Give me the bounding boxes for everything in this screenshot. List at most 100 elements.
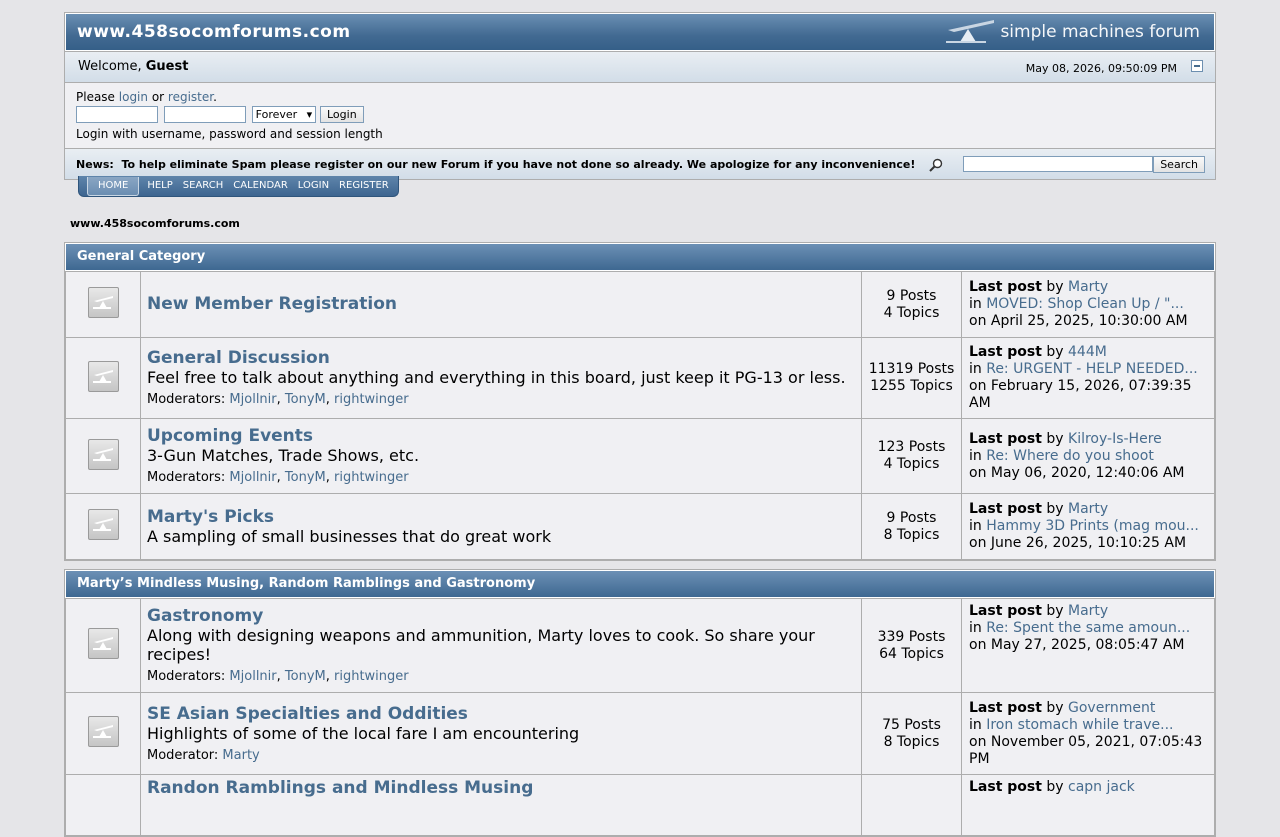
search-button[interactable]: Search bbox=[1153, 156, 1205, 173]
moderator-link[interactable]: rightwinger bbox=[334, 392, 409, 407]
last-post-topic[interactable]: Re: URGENT - HELP NEEDED... bbox=[986, 361, 1198, 377]
board-row: Gastronomy Along with designing weapons … bbox=[66, 599, 1214, 692]
moderators-label: Moderators: bbox=[147, 470, 230, 485]
topic-count: 4 Topics bbox=[883, 304, 940, 321]
last-post-topic[interactable]: Re: Where do you shoot bbox=[986, 448, 1154, 464]
main-menu: HOME HELP SEARCH CALENDAR LOGIN REGISTER bbox=[78, 176, 399, 197]
menu-calendar[interactable]: CALENDAR bbox=[228, 177, 293, 195]
board-status-cell bbox=[66, 599, 140, 692]
last-post-user[interactable]: capn jack bbox=[1068, 779, 1135, 795]
board-status-icon[interactable] bbox=[87, 287, 119, 318]
menu-help[interactable]: HELP bbox=[142, 177, 177, 195]
forum-name[interactable]: www.458socomforums.com bbox=[77, 22, 351, 42]
last-post-topic-line: in Re: Where do you shoot bbox=[969, 448, 1207, 465]
board-status-icon[interactable] bbox=[87, 716, 119, 747]
board-info: Gastronomy Along with designing weapons … bbox=[141, 599, 861, 692]
board-name[interactable]: Gastronomy bbox=[147, 607, 855, 626]
last-post-user[interactable]: Government bbox=[1068, 700, 1155, 716]
last-post-topic-line: in Re: URGENT - HELP NEEDED... bbox=[969, 361, 1207, 378]
moderator-link[interactable]: Marty bbox=[222, 748, 259, 763]
smf-logo-text: simple machines forum bbox=[1000, 22, 1200, 42]
menu-search[interactable]: SEARCH bbox=[178, 177, 228, 195]
menu-login[interactable]: LOGIN bbox=[293, 177, 334, 195]
username-input[interactable] bbox=[76, 106, 158, 123]
last-post-label: Last post bbox=[969, 603, 1042, 619]
board-name[interactable]: Upcoming Events bbox=[147, 427, 855, 446]
title-bar: www.458socomforums.com simple machines f… bbox=[65, 13, 1215, 51]
last-post-by: by bbox=[1041, 430, 1069, 447]
search-input[interactable] bbox=[963, 156, 1153, 172]
last-post-by: by bbox=[1041, 501, 1069, 517]
last-post: Last post by Marty in MOVED: Shop Clean … bbox=[962, 272, 1214, 337]
board-name[interactable]: Randon Ramblings and Mindless Musing bbox=[147, 779, 855, 798]
last-post-date: on May 06, 2020, 12:40:06 AM bbox=[969, 464, 1185, 481]
last-post-topic[interactable]: Iron stomach while trave... bbox=[986, 717, 1173, 733]
last-post-user[interactable]: Marty bbox=[1068, 603, 1108, 619]
board-description: Along with designing weapons and ammunit… bbox=[147, 626, 815, 664]
last-post-user[interactable]: Marty bbox=[1068, 279, 1108, 295]
category-title[interactable]: General Category bbox=[66, 244, 1214, 270]
board-stats: 123 Posts 4 Topics bbox=[862, 419, 961, 493]
login-help-text: Login with username, password and sessio… bbox=[76, 127, 383, 141]
last-post-in: in bbox=[969, 620, 987, 636]
board-status-icon[interactable] bbox=[87, 509, 119, 540]
last-post-topic[interactable]: Re: Spent the same amoun... bbox=[986, 620, 1190, 636]
register-link[interactable]: register bbox=[168, 90, 213, 104]
news-text: To help eliminate Spam please register o… bbox=[121, 158, 916, 171]
moderator-link[interactable]: TonyM bbox=[285, 392, 326, 407]
moderator-link[interactable]: Mjollnir bbox=[229, 392, 276, 407]
board-info: Upcoming Events 3-Gun Matches, Trade Sho… bbox=[141, 419, 861, 493]
post-count: 9 Posts bbox=[886, 509, 937, 526]
menu-home[interactable]: HOME bbox=[87, 176, 140, 196]
board-row: New Member Registration 9 Posts 4 Topics … bbox=[66, 272, 1214, 337]
post-count: 11319 Posts bbox=[868, 361, 955, 377]
last-post-user[interactable]: 444M bbox=[1068, 344, 1107, 360]
password-input[interactable] bbox=[163, 106, 246, 123]
forum-header: www.458socomforums.com simple machines f… bbox=[64, 12, 1216, 180]
board-status-icon[interactable] bbox=[87, 628, 119, 659]
collapse-header-icon[interactable] bbox=[1191, 60, 1203, 72]
moderator-link[interactable]: rightwinger bbox=[334, 470, 409, 485]
breadcrumb[interactable]: www.458socomforums.com bbox=[70, 217, 240, 230]
board-name[interactable]: Marty's Picks bbox=[147, 507, 855, 527]
board-name[interactable]: General Discussion bbox=[147, 349, 855, 368]
board-status-cell bbox=[66, 272, 140, 337]
last-post-label: Last post bbox=[969, 344, 1042, 360]
menu-register[interactable]: REGISTER bbox=[334, 177, 394, 195]
board-row: Upcoming Events 3-Gun Matches, Trade Sho… bbox=[66, 419, 1214, 493]
login-button[interactable]: Login bbox=[320, 106, 364, 123]
board-status-icon[interactable] bbox=[87, 438, 119, 470]
last-post-by: by bbox=[1041, 279, 1069, 295]
last-post-date: on May 27, 2025, 08:05:47 AM bbox=[969, 637, 1185, 653]
last-post-user[interactable]: Marty bbox=[1068, 501, 1108, 517]
board-description: 3-Gun Matches, Trade Shows, etc. bbox=[147, 446, 420, 465]
last-post-topic[interactable]: Hammy 3D Prints (mag mou... bbox=[986, 518, 1199, 534]
board-status-icon[interactable] bbox=[87, 360, 119, 392]
board-row: SE Asian Specialties and Oddities Highli… bbox=[66, 693, 1214, 774]
board-moderators: Moderators: Mjollnir, TonyM, rightwinger bbox=[147, 669, 409, 684]
last-post-topic[interactable]: MOVED: Shop Clean Up / "... bbox=[986, 296, 1184, 312]
last-post-user[interactable]: Kilroy-Is-Here bbox=[1068, 431, 1162, 447]
board-row: Randon Ramblings and Mindless Musing Las… bbox=[66, 775, 1214, 835]
last-post-topic-line: in MOVED: Shop Clean Up / "... bbox=[969, 296, 1207, 313]
session-length-select[interactable]: Forever bbox=[251, 106, 317, 123]
board-stats: 11319 Posts 1255 Topics bbox=[862, 338, 961, 418]
moderator-link[interactable]: TonyM bbox=[285, 669, 326, 684]
last-post: Last post by Marty in Re: Spent the same… bbox=[962, 599, 1214, 692]
moderator-link[interactable]: Mjollnir bbox=[229, 470, 276, 485]
moderator-link[interactable]: Mjollnir bbox=[229, 669, 276, 684]
login-link[interactable]: login bbox=[119, 90, 148, 104]
board-stats: 9 Posts 8 Topics bbox=[862, 494, 961, 559]
board-name[interactable]: New Member Registration bbox=[147, 295, 855, 314]
category-title[interactable]: Marty’s Mindless Musing, Random Rambling… bbox=[66, 571, 1214, 597]
last-post: Last post by Marty in Hammy 3D Prints (m… bbox=[962, 494, 1214, 559]
topic-count: 8 Topics bbox=[883, 733, 940, 750]
last-post: Last post by Kilroy-Is-Here in Re: Where… bbox=[962, 419, 1214, 493]
welcome-text: Welcome, Guest bbox=[78, 59, 188, 74]
forum-page: www.458socomforums.com simple machines f… bbox=[64, 12, 1216, 837]
login-prompt: Please login or register. bbox=[76, 90, 1215, 106]
board-stats: 339 Posts 64 Topics bbox=[862, 599, 961, 692]
moderator-link[interactable]: rightwinger bbox=[334, 669, 409, 684]
board-name[interactable]: SE Asian Specialties and Oddities bbox=[147, 704, 855, 724]
moderator-link[interactable]: TonyM bbox=[285, 470, 326, 485]
